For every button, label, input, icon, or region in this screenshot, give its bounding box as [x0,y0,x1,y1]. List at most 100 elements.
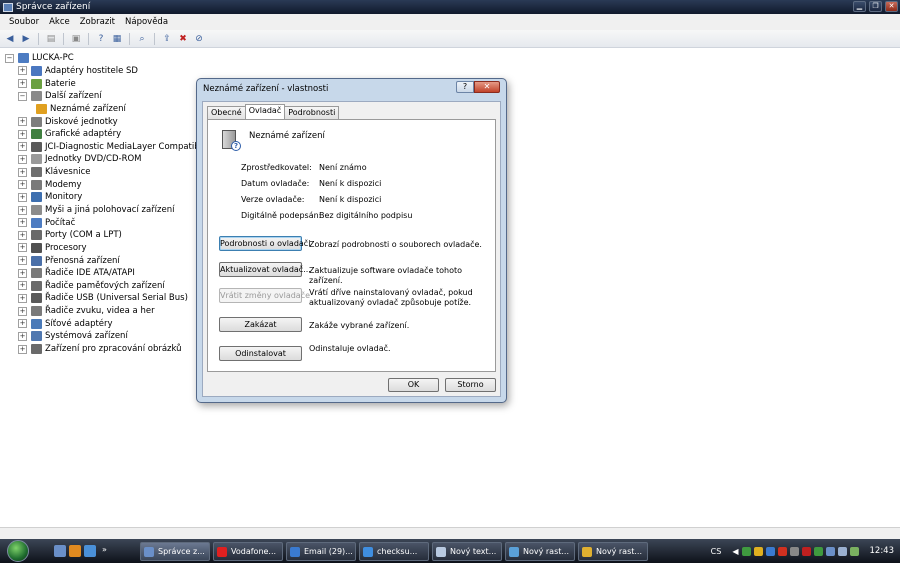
tray-app-icon[interactable] [801,546,811,556]
tab-ovladac[interactable]: Ovladač [244,104,286,119]
volume-icon[interactable] [837,546,847,556]
scan-hardware-icon[interactable]: ⌕ [135,32,149,45]
task-button[interactable]: checksu... [359,542,429,561]
menu-soubor[interactable]: Soubor [4,17,44,27]
uninstall-icon[interactable]: ✖ [176,32,190,45]
dialog-help-button[interactable]: ? [456,81,474,93]
expand-icon[interactable]: + [18,129,27,139]
collapse-icon[interactable]: − [18,91,27,101]
expand-icon[interactable]: + [18,180,27,190]
update-driver-icon[interactable]: ⇪ [160,32,174,45]
tree-category[interactable]: + Monitory [0,191,200,204]
tab-podrobnosti[interactable]: Podrobnosti [284,106,340,119]
tree-category[interactable]: − Další zařízení [0,90,200,103]
tree-category[interactable]: + Systémová zařízení [0,330,200,343]
tree-root[interactable]: − LUCKA-PC [0,52,200,65]
tray-app-icon[interactable] [741,546,751,556]
help-icon[interactable]: ? [94,32,108,45]
up-level-icon[interactable]: ▤ [44,32,58,45]
menu-zobrazit[interactable]: Zobrazit [75,17,120,27]
quick-launch-more-icon[interactable]: » [102,545,107,557]
tree-category[interactable]: + Diskové jednotky [0,115,200,128]
expand-icon[interactable]: + [18,344,27,354]
expand-icon[interactable]: + [18,218,27,228]
tree-category[interactable]: + Přenosná zařízení [0,254,200,267]
driver-details-button[interactable]: Podrobnosti o ovladači [219,236,310,251]
tray-app-icon[interactable] [813,546,823,556]
task-button[interactable]: Nový rast... [505,542,575,561]
tree-category[interactable]: + Grafické adaptéry [0,128,200,141]
task-button[interactable]: Nový text... [432,542,502,561]
expand-icon[interactable]: + [18,230,27,240]
tree-category[interactable]: + Síťové adaptéry [0,317,200,330]
expand-icon[interactable]: + [18,293,27,303]
cancel-button[interactable]: Storno [445,378,496,392]
menu-napoveda[interactable]: Nápověda [120,17,173,27]
tree-category[interactable]: + Myši a jiná polohovací zařízení [0,204,200,217]
expand-icon[interactable]: + [18,142,27,152]
tree-category[interactable]: + Adaptéry hostitele SD [0,65,200,78]
tray-app-icon[interactable] [777,546,787,556]
tab-obecne[interactable]: Obecné [207,106,246,119]
tree-category[interactable]: + Řadiče IDE ATA/ATAPI [0,267,200,280]
collapse-icon[interactable]: − [5,53,14,63]
disable-icon[interactable]: ⊘ [192,32,206,45]
clock[interactable]: 12:43 [870,546,895,556]
switch-windows-icon[interactable] [84,545,96,557]
battery-tray-icon[interactable] [849,546,859,556]
rollback-driver-button[interactable]: Vrátit změny ovladače [219,288,310,303]
expand-icon[interactable]: + [18,192,27,202]
tree-category[interactable]: + Procesory [0,242,200,255]
tree-category[interactable]: + Řadiče zvuku, videa a her [0,305,200,318]
task-button[interactable]: Správce z... [140,542,210,561]
task-button[interactable]: Vodafone... [213,542,283,561]
expand-icon[interactable]: + [18,79,27,89]
task-button[interactable]: Email (29)... [286,542,356,561]
tree-category[interactable]: + Klávesnice [0,166,200,179]
tree-category[interactable]: + Řadiče paměťových zařízení [0,280,200,293]
ok-button[interactable]: OK [388,378,439,392]
tree-category[interactable]: + Porty (COM a LPT) [0,229,200,242]
disable-button[interactable]: Zakázat [219,317,302,332]
forward-icon[interactable]: ▶ [19,32,33,45]
expand-icon[interactable]: + [18,66,27,76]
tray-expand-icon[interactable]: ◀ [732,547,738,556]
tree-category[interactable]: + Zařízení pro zpracování obrázků [0,343,200,356]
expand-icon[interactable]: + [18,167,27,177]
tray-app-icon[interactable] [789,546,799,556]
expand-icon[interactable]: + [18,268,27,278]
expand-icon[interactable]: + [18,117,27,127]
tree-category[interactable]: + Jednotky DVD/CD-ROM [0,153,200,166]
expand-icon[interactable]: + [18,205,27,215]
expand-icon[interactable]: + [18,256,27,266]
minimize-button[interactable]: ▁ [853,1,866,12]
expand-icon[interactable]: + [18,243,27,253]
menu-akce[interactable]: Akce [44,17,75,27]
show-hide-tree-icon[interactable]: ▣ [69,32,83,45]
maximize-button[interactable]: ❐ [869,1,882,12]
media-player-icon[interactable] [69,545,81,557]
close-button[interactable]: ✕ [885,1,898,12]
tree-category[interactable]: + Baterie [0,77,200,90]
expand-icon[interactable]: + [18,319,27,329]
expand-icon[interactable]: + [18,331,27,341]
network-icon[interactable] [825,546,835,556]
update-driver-button[interactable]: Aktualizovat ovladač... [219,262,311,277]
back-icon[interactable]: ◀ [3,32,17,45]
properties-icon[interactable]: ▦ [110,32,124,45]
tree-category[interactable]: + Počítač [0,216,200,229]
tree-child-item[interactable]: Neznámé zařízení [0,103,200,116]
tree-category[interactable]: + Modemy [0,178,200,191]
tray-app-icon[interactable] [765,546,775,556]
tray-app-icon[interactable] [753,546,763,556]
show-desktop-icon[interactable] [54,545,66,557]
tree-category[interactable]: + JCI-Diagnostic MediaLayer Compatible De… [0,140,243,153]
start-button[interactable] [0,539,36,563]
expand-icon[interactable]: + [18,281,27,291]
expand-icon[interactable]: + [18,306,27,316]
uninstall-button[interactable]: Odinstalovat [219,346,302,361]
tree-category[interactable]: + Řadiče USB (Universal Serial Bus) [0,292,200,305]
language-indicator[interactable]: CS [711,547,722,556]
dialog-close-button[interactable]: ✕ [474,81,500,93]
task-button[interactable]: Nový rast... [578,542,648,561]
